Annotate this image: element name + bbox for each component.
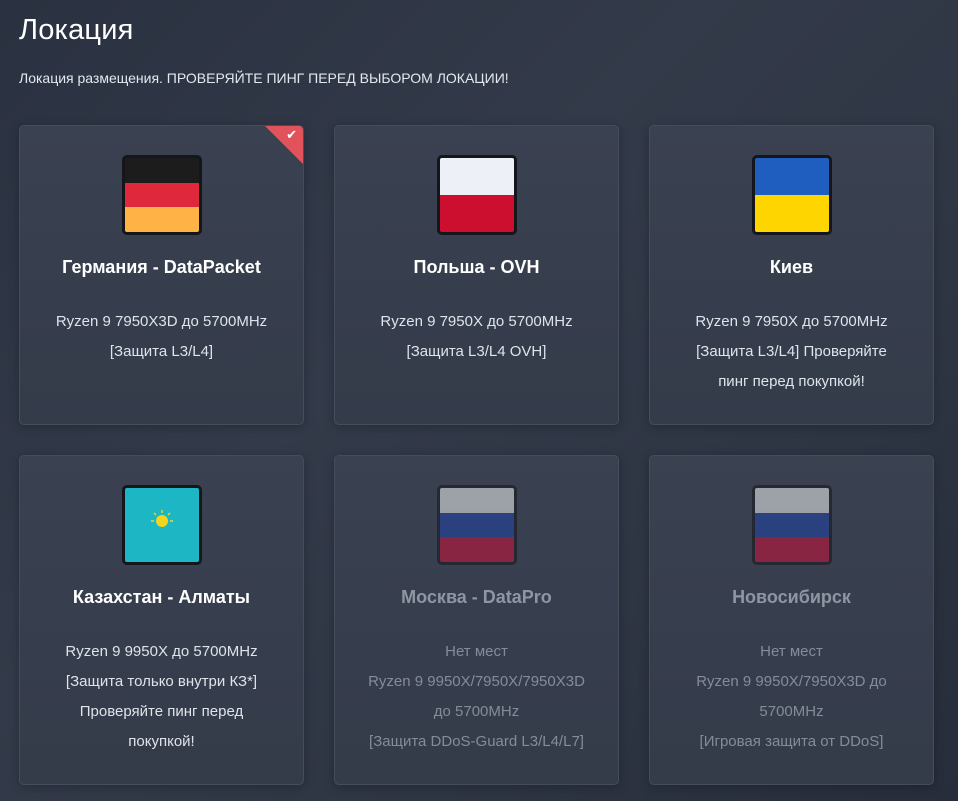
location-description: Ryzen 9 9950X до 5700MHz [Защита только … [40, 637, 283, 757]
location-title: Казахстан - Алматы [72, 587, 251, 607]
location-desc-line: Ryzen 9 7950X до 5700MHz [380, 313, 573, 330]
location-desc-line: [Защита DDoS-Guard L3/L4/L7] [369, 733, 584, 750]
location-description: Ryzen 9 7950X до 5700MHz [Защита L3/L4 O… [355, 307, 598, 367]
location-title: Москва - DataPro [401, 587, 552, 607]
location-desc-line: 5700MHz [759, 703, 824, 720]
location-card-novosibirsk: Новосибирск Нет мест Ryzen 9 9950X/7950X… [649, 455, 934, 785]
location-desc-line: Ryzen 9 7950X3D до 5700MHz [55, 313, 268, 330]
location-desc-line: Нет мест [760, 643, 823, 660]
page-subtitle: Локация размещения. ПРОВЕРЯЙТЕ ПИНГ ПЕРЕ… [19, 70, 509, 86]
location-description: Нет мест Ryzen 9 9950X/7950X/7950X3D до … [355, 637, 598, 757]
germany-flag-icon [121, 155, 202, 235]
location-desc-line: Ryzen 9 9950X/7950X/7950X3D [368, 673, 585, 690]
location-desc-line: до 5700MHz [433, 703, 520, 720]
location-desc-line: покупкой! [128, 733, 195, 750]
location-desc-line: [Защита L3/L4] Проверяйте [696, 343, 887, 360]
location-description: Ryzen 9 7950X до 5700MHz [Защита L3/L4] … [670, 307, 913, 397]
location-desc-line: Ryzen 9 7950X до 5700MHz [695, 313, 888, 330]
location-card-moscow: Москва - DataPro Нет мест Ryzen 9 9950X/… [334, 455, 619, 785]
location-desc-line: [Защита только внутри КЗ*] [65, 673, 258, 690]
location-desc-line: Ryzen 9 9950X/7950X3D до [696, 673, 887, 690]
kazakhstan-flag-icon [121, 485, 202, 565]
location-title: Новосибирск [732, 587, 851, 607]
poland-flag-icon [436, 155, 517, 235]
russia-flag-icon [751, 485, 832, 565]
location-description: Нет мест Ryzen 9 9950X/7950X3D до 5700MH… [670, 637, 913, 757]
location-description: Ryzen 9 7950X3D до 5700MHz [Защита L3/L4… [40, 307, 283, 367]
location-card-kyiv[interactable]: Киев Ryzen 9 7950X до 5700MHz [Защита L3… [649, 125, 934, 425]
sun-eagle-emblem [150, 510, 173, 532]
location-title: Польша - OVH [413, 257, 540, 277]
location-desc-line: [Защита L3/L4 OVH] [406, 343, 547, 360]
page-title: Локация [19, 14, 134, 46]
check-icon: ✔ [286, 128, 297, 143]
location-card-germany[interactable]: Германия - DataPacket Ryzen 9 7950X3D до… [19, 125, 304, 425]
location-desc-line: [Игровая защита от DDoS] [699, 733, 884, 750]
location-desc-line: пинг перед покупкой! [718, 373, 865, 390]
russia-flag-icon [436, 485, 517, 565]
location-card-poland[interactable]: Польша - OVH Ryzen 9 7950X до 5700MHz [З… [334, 125, 619, 425]
location-card-kazakhstan[interactable]: Казахстан - Алматы Ryzen 9 9950X до 5700… [19, 455, 304, 785]
selected-marker [265, 126, 303, 164]
location-desc-line: Нет мест [445, 643, 508, 660]
location-title: Германия - DataPacket [62, 257, 261, 277]
ukraine-flag-icon [751, 155, 832, 235]
location-desc-line: [Защита L3/L4] [109, 343, 214, 360]
location-title: Киев [769, 257, 814, 277]
location-desc-line: Ryzen 9 9950X до 5700MHz [65, 643, 258, 660]
location-grid: Германия - DataPacket Ryzen 9 7950X3D до… [19, 125, 934, 785]
location-desc-line: Проверяйте пинг перед [79, 703, 244, 720]
